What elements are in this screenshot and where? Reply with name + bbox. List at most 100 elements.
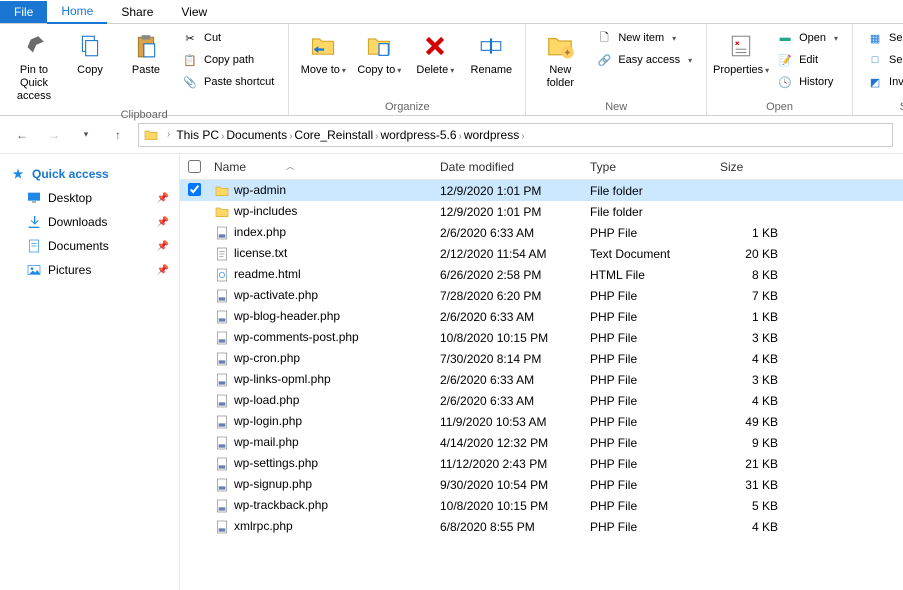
copyto-button[interactable]: Copy to▾ <box>351 26 407 81</box>
sort-caret-icon: ︿ <box>286 161 294 172</box>
ribbon-tabs: File Home Share View <box>0 0 903 24</box>
breadcrumb-item[interactable]: wordpress-5.6 <box>378 128 458 142</box>
file-row[interactable]: readme.html6/26/2020 2:58 PMHTML File8 K… <box>180 264 903 285</box>
chevron-right-icon[interactable]: › <box>167 129 170 140</box>
up-button[interactable]: ↑ <box>106 123 130 147</box>
file-type: PHP File <box>590 436 720 450</box>
history-button[interactable]: 🕓History <box>773 72 842 92</box>
header-date[interactable]: Date modified <box>440 154 590 179</box>
folder-icon <box>143 127 159 143</box>
file-row[interactable]: wp-trackback.php10/8/2020 10:15 PMPHP Fi… <box>180 495 903 516</box>
tab-share[interactable]: Share <box>107 1 167 23</box>
easyaccess-button[interactable]: 🔗Easy access▾ <box>592 50 696 70</box>
moveto-button[interactable]: Move to▾ <box>295 26 351 81</box>
sidebar: ★ Quick access Desktop📌Downloads📌Documen… <box>0 154 180 590</box>
file-row[interactable]: wp-login.php11/9/2020 10:53 AMPHP File49… <box>180 411 903 432</box>
file-date: 12/9/2020 1:01 PM <box>440 205 590 219</box>
pin-quickaccess-button[interactable]: Pin to Quick access <box>6 26 62 107</box>
desktop-icon <box>26 190 42 206</box>
file-size: 4 KB <box>720 352 790 366</box>
group-organize: Move to▾ Copy to▾ Delete▾ Rename Organiz… <box>289 24 526 115</box>
file-date: 10/8/2020 10:15 PM <box>440 331 590 345</box>
sidebar-quickaccess[interactable]: ★ Quick access <box>4 162 175 186</box>
selectnone-button[interactable]: □Select none <box>863 50 903 70</box>
file-row[interactable]: wp-blog-header.php2/6/2020 6:33 AMPHP Fi… <box>180 306 903 327</box>
properties-label: Properties▾ <box>713 64 769 77</box>
easyaccess-icon: 🔗 <box>596 52 612 68</box>
newitem-button[interactable]: 🗋New item▾ <box>592 28 696 48</box>
sidebar-item-desktop[interactable]: Desktop📌 <box>4 186 175 210</box>
open-label: Open <box>799 32 826 44</box>
selectall-checkbox[interactable] <box>188 160 201 173</box>
selectall-label: Select all <box>889 32 903 44</box>
file-row[interactable]: xmlrpc.php6/8/2020 8:55 PMPHP File4 KB <box>180 516 903 537</box>
file-row[interactable]: wp-signup.php9/30/2020 10:54 PMPHP File3… <box>180 474 903 495</box>
sidebar-item-downloads[interactable]: Downloads📌 <box>4 210 175 234</box>
file-name: wp-settings.php <box>234 456 318 470</box>
selectnone-label: Select none <box>889 54 903 66</box>
rename-button[interactable]: Rename <box>463 26 519 81</box>
file-name: wp-trackback.php <box>234 498 328 512</box>
breadcrumb-item[interactable]: wordpress <box>462 128 521 142</box>
header-name[interactable]: Name︿ <box>210 154 440 179</box>
newfolder-button[interactable]: ✦ New folder <box>532 26 588 94</box>
copypath-button[interactable]: 📋Copy path <box>178 50 278 70</box>
file-date: 7/28/2020 6:20 PM <box>440 289 590 303</box>
php-icon <box>214 393 230 409</box>
sidebar-item-pictures[interactable]: Pictures📌 <box>4 258 175 282</box>
paste-button[interactable]: Paste <box>118 26 174 81</box>
file-row[interactable]: wp-mail.php4/14/2020 12:32 PMPHP File9 K… <box>180 432 903 453</box>
file-row[interactable]: wp-load.php2/6/2020 6:33 AMPHP File4 KB <box>180 390 903 411</box>
breadcrumb-item[interactable]: Documents <box>224 128 289 142</box>
delete-button[interactable]: Delete▾ <box>407 26 463 81</box>
header-type[interactable]: Type <box>590 154 720 179</box>
php-icon <box>214 372 230 388</box>
file-row[interactable]: index.php2/6/2020 6:33 AMPHP File1 KB <box>180 222 903 243</box>
file-type: Text Document <box>590 247 720 261</box>
breadcrumb-item[interactable]: Core_Reinstall <box>292 128 375 142</box>
file-row[interactable]: wp-comments-post.php10/8/2020 10:15 PMPH… <box>180 327 903 348</box>
file-row[interactable]: wp-links-opml.php2/6/2020 6:33 AMPHP Fil… <box>180 369 903 390</box>
cut-button[interactable]: ✂Cut <box>178 28 278 48</box>
recent-dropdown[interactable]: ▾ <box>74 123 98 147</box>
open-icon: ▬ <box>777 30 793 46</box>
file-row[interactable]: wp-cron.php7/30/2020 8:14 PMPHP File4 KB <box>180 348 903 369</box>
breadcrumb-item[interactable]: This PC <box>174 128 221 142</box>
star-icon: ★ <box>10 166 26 182</box>
file-row[interactable]: wp-includes12/9/2020 1:01 PMFile folder <box>180 201 903 222</box>
tab-home[interactable]: Home <box>47 0 107 24</box>
header-checkbox[interactable] <box>180 154 210 179</box>
back-button[interactable]: ← <box>10 123 34 147</box>
breadcrumb[interactable]: › This PC›Documents›Core_Reinstall›wordp… <box>138 123 893 147</box>
row-checkbox[interactable] <box>188 183 201 196</box>
file-row[interactable]: wp-activate.php7/28/2020 6:20 PMPHP File… <box>180 285 903 306</box>
file-name: wp-blog-header.php <box>234 309 340 323</box>
forward-button[interactable]: → <box>42 123 66 147</box>
edit-button[interactable]: 📝Edit <box>773 50 842 70</box>
selectall-button[interactable]: ▦Select all <box>863 28 903 48</box>
header-size[interactable]: Size <box>720 154 790 179</box>
file-type: PHP File <box>590 394 720 408</box>
tab-file[interactable]: File <box>0 1 47 23</box>
file-date: 2/6/2020 6:33 AM <box>440 310 590 324</box>
file-date: 2/12/2020 11:54 AM <box>440 247 590 261</box>
file-list: Name︿ Date modified Type Size wp-admin12… <box>180 154 903 590</box>
file-row[interactable]: wp-admin12/9/2020 1:01 PMFile folder <box>180 180 903 201</box>
new-group-label: New <box>532 99 700 115</box>
file-row[interactable]: license.txt2/12/2020 11:54 AMText Docume… <box>180 243 903 264</box>
paste-icon <box>130 30 162 62</box>
sidebar-item-documents[interactable]: Documents📌 <box>4 234 175 258</box>
tab-view[interactable]: View <box>167 1 221 23</box>
properties-button[interactable]: Properties▾ <box>713 26 769 81</box>
edit-label: Edit <box>799 54 818 66</box>
pasteshortcut-button[interactable]: 📎Paste shortcut <box>178 72 278 92</box>
file-row[interactable]: wp-settings.php11/12/2020 2:43 PMPHP Fil… <box>180 453 903 474</box>
file-date: 11/12/2020 2:43 PM <box>440 457 590 471</box>
file-name: wp-load.php <box>234 393 299 407</box>
open-button[interactable]: ▬Open▾ <box>773 28 842 48</box>
invertselection-button[interactable]: ◩Invert selection <box>863 72 903 92</box>
chevron-right-icon[interactable]: › <box>521 131 524 142</box>
newfolder-icon: ✦ <box>544 30 576 62</box>
file-type: PHP File <box>590 478 720 492</box>
copy-button[interactable]: Copy <box>62 26 118 81</box>
